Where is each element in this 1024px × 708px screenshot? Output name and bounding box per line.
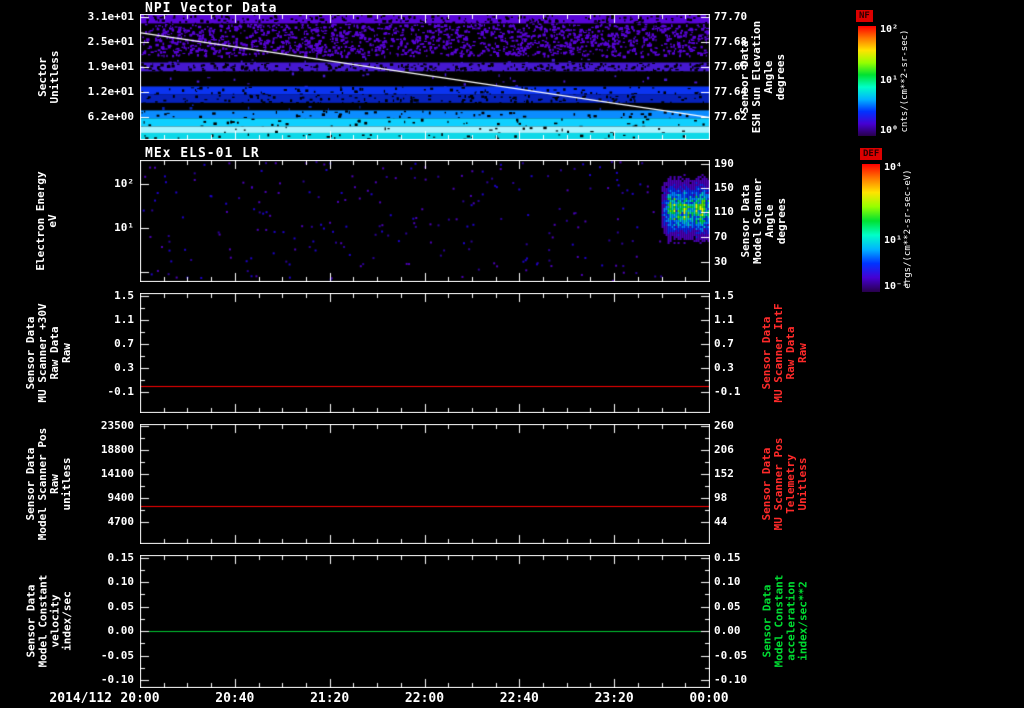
y-tick-label-left: 10² xyxy=(114,177,134,191)
y-tick-label-right: 0.05 xyxy=(714,599,741,613)
y-tick-label-left: 2.5e+01 xyxy=(87,34,134,48)
y-tick-label-left: 0.00 xyxy=(107,624,135,638)
x-tick-label: 20:40 xyxy=(215,691,255,706)
y-tick-label-right: 0.15 xyxy=(714,550,741,564)
y-tick-label-right: 110 xyxy=(714,205,734,219)
y-tick-label-right: -0.05 xyxy=(714,648,748,662)
y-tick-label-right: 44 xyxy=(714,515,728,529)
y-tick-label-right: -0.1 xyxy=(714,385,741,398)
y-tick-label-left: -0.05 xyxy=(100,648,134,662)
nf-colorbar xyxy=(858,26,876,136)
y-tick-label-right: 0.00 xyxy=(714,624,741,638)
y-tick-label-left: 0.7 xyxy=(114,337,134,350)
x-tick-label: 22:00 xyxy=(404,691,445,706)
y-tick-label-left: 1.5 xyxy=(114,289,134,302)
y-tick-label-right: 98 xyxy=(714,491,728,505)
y-tick-label-right: 0.3 xyxy=(714,361,734,374)
y-tick-label-right: 77.66 xyxy=(714,59,748,73)
x-tick-label: 22:40 xyxy=(499,691,539,706)
y-tick-label-right: 77.70 xyxy=(714,10,748,24)
y-tick-label-left: 0.15 xyxy=(107,550,135,564)
panel-title-els: MEx ELS-01 LR xyxy=(145,146,260,161)
y-tick-label-left: 14100 xyxy=(100,467,134,481)
y-tick-label-left: 23500 xyxy=(100,419,134,433)
x-tick-label: 20:00 xyxy=(120,691,160,706)
y-tick-label-right: 150 xyxy=(714,181,734,195)
y-tick-label-right: 77.62 xyxy=(714,109,748,123)
model-right-axis-label: Sensor Data Model Constant acceleration … xyxy=(760,574,810,668)
y-tick-label-left: 0.10 xyxy=(107,575,135,589)
npi-spectrogram-canvas xyxy=(140,14,710,140)
y-tick-label-left: 3.1e+01 xyxy=(87,10,134,24)
model-left-axis-label: Sensor Data Model Constant velocity inde… xyxy=(24,574,74,668)
panel-els xyxy=(140,160,710,282)
nf-colorbar-tick-label: 10² xyxy=(880,24,899,36)
y-tick-label-right: -0.10 xyxy=(714,673,748,687)
y-tick-label-right: 0.7 xyxy=(714,337,734,350)
x-tick-label: 23:20 xyxy=(594,691,634,706)
tplot-display: NPI Vector Data MEx ELS-01 LR Sector Uni… xyxy=(0,0,1024,708)
y-tick-label-right: 70 xyxy=(714,229,728,243)
y-tick-label-left: 1.2e+01 xyxy=(87,84,134,98)
def-colorbar-units-label: ergs/(cm**2-sr-sec-eV) xyxy=(903,169,913,289)
def-colorbar-tick-label: 10¹ xyxy=(884,234,903,246)
y-tick-label-right: 0.10 xyxy=(714,575,741,589)
y-tick-label-left: -0.10 xyxy=(100,673,134,687)
def-colorbar-tick-label: 10⁻¹ xyxy=(884,280,909,292)
y-tick-label-right: 1.5 xyxy=(714,289,734,302)
y-tick-label-right: 206 xyxy=(714,443,734,457)
y-tick-label-right: 190 xyxy=(714,156,734,170)
y-tick-label-left: -0.1 xyxy=(107,385,135,398)
nf-colorbar-units-label: cnts/(cm**2-sr-sec) xyxy=(900,29,910,133)
panel-model-constant xyxy=(140,555,710,688)
mu-scanner-30v-line-canvas xyxy=(140,293,710,413)
def-colorbar-title: DEF xyxy=(860,148,883,160)
model-scanner-pos-line-canvas xyxy=(140,424,710,544)
nf-colorbar-tick-label: 10¹ xyxy=(880,75,899,86)
y-tick-label-right: 152 xyxy=(714,467,734,481)
y-tick-label-right: 77.68 xyxy=(714,34,748,48)
y-tick-label-right: 260 xyxy=(714,419,734,433)
x-tick-label: 00:00 xyxy=(689,691,729,706)
panel-npi xyxy=(140,14,710,140)
y-tick-label-left: 6.2e+00 xyxy=(87,109,134,123)
y-tick-label-left: 1.9e+01 xyxy=(87,59,134,73)
def-colorbar-tick-label: 10⁴ xyxy=(884,161,903,173)
y-tick-label-left: 4700 xyxy=(107,515,135,529)
y-tick-label-right: 1.1 xyxy=(714,313,734,326)
nf-colorbar-tick-label: 10⁰ xyxy=(880,124,899,136)
model-constant-line-canvas xyxy=(140,555,710,688)
y-tick-label-left: 9400 xyxy=(107,491,135,505)
x-axis-date-label: 2014/112 xyxy=(49,691,112,706)
y-tick-label-left: 0.05 xyxy=(107,599,135,613)
panel-model-scanner-pos xyxy=(140,424,710,544)
y-tick-label-left: 18800 xyxy=(100,443,134,457)
y-tick-label-left: 1.1 xyxy=(114,313,134,326)
y-tick-label-left: 0.3 xyxy=(114,361,134,374)
nf-colorbar-title: NF xyxy=(856,10,873,22)
x-tick-label: 21:20 xyxy=(310,691,350,706)
panel-mu-scanner-30v xyxy=(140,293,710,413)
els-spectrogram-canvas xyxy=(140,160,710,282)
y-tick-label-right: 77.64 xyxy=(714,84,748,98)
y-tick-label-left: 10¹ xyxy=(114,221,134,235)
def-colorbar xyxy=(862,164,880,292)
y-tick-label-right: 30 xyxy=(714,255,728,269)
